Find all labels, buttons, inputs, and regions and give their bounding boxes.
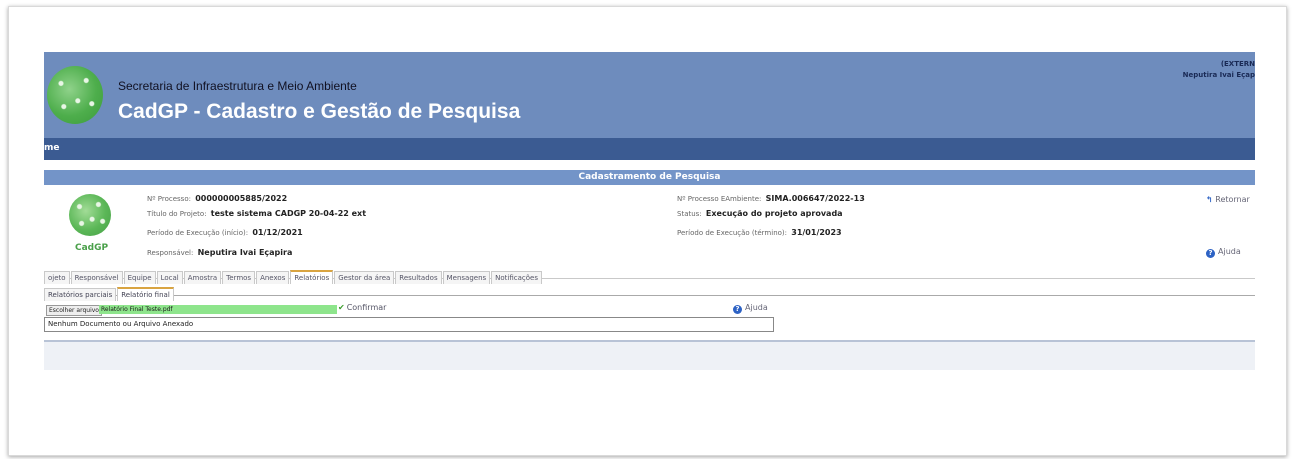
status-field: Status: Execução do projeto aprovada	[677, 209, 843, 218]
responsavel-field: Responsável: Neputira Ivai Eçapira	[147, 248, 293, 257]
help-icon: ?	[733, 305, 742, 314]
main-tabs: ojeto Responsável Equipe Local Amostra Termos…	[44, 265, 1255, 284]
org-name: Secretaria de Infraestrutura e Meio Ambi…	[118, 79, 357, 93]
retornar-link[interactable]: ↰ Retornar	[1206, 195, 1250, 204]
eambiente-field: Nº Processo EAmbiente: SIMA.006647/2022-…	[677, 194, 865, 203]
subtab-relatorio-final[interactable]: Relatório final	[117, 287, 174, 301]
report-subtabs: Relatórios parciais Relatório final	[44, 282, 1255, 301]
project-info: CadGP Nº Processo: 000000005885/2022 Tít…	[44, 185, 1255, 265]
selected-file-name: Relatório Final Teste.pdf	[99, 305, 337, 314]
check-icon: ✔	[338, 303, 345, 312]
subtab-relatorios-parciais[interactable]: Relatórios parciais	[44, 288, 117, 301]
inicio-field: Período de Execução (início): 01/12/2021	[147, 228, 303, 237]
processo-field: Nº Processo: 000000005885/2022	[147, 194, 288, 203]
navbar: me	[44, 138, 1255, 160]
termino-field: Período de Execução (término): 31/01/202…	[677, 228, 842, 237]
footer-band	[44, 340, 1255, 370]
cadgp-logo	[69, 194, 111, 236]
user-name: Neputira Ivai Eçap	[1182, 71, 1255, 79]
logo	[47, 66, 103, 124]
nav-home-link[interactable]: me	[44, 143, 59, 153]
choose-file-button[interactable]: Escolher arquivo	[46, 305, 102, 316]
help-icon: ?	[1206, 249, 1215, 258]
titulo-field: Título do Projeto: teste sistema CADGP 2…	[147, 209, 367, 218]
retornar-icon: ↰	[1206, 195, 1213, 204]
external-label: (EXTERN	[1220, 60, 1255, 68]
window-controls[interactable]	[1192, 45, 1262, 79]
section-header: Cadastramento de Pesquisa	[44, 170, 1255, 185]
app-title: CadGP - Cadastro e Gestão de Pesquisa	[118, 100, 521, 123]
cadgp-label: CadGP	[75, 243, 109, 253]
upload-help-link[interactable]: ? Ajuda	[733, 303, 768, 314]
header: Secretaria de Infraestrutura e Meio Ambi…	[44, 52, 1255, 138]
ajuda-link[interactable]: ? Ajuda	[1206, 247, 1241, 258]
confirm-button[interactable]: ✔ Confirmar	[338, 303, 386, 312]
section-title: Cadastramento de Pesquisa	[578, 172, 721, 182]
documents-list: Nenhum Documento ou Arquivo Anexado	[44, 317, 774, 332]
